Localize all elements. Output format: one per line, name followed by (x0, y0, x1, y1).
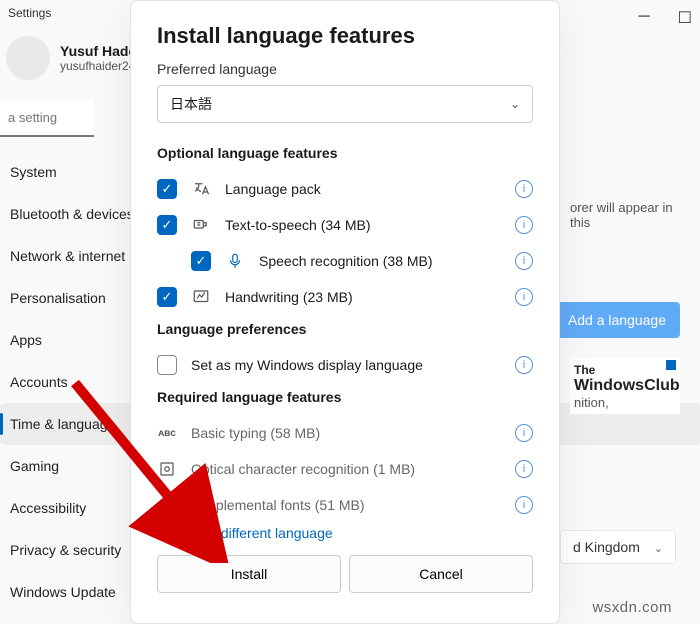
background-hint-text: orer will appear in this (570, 200, 680, 230)
info-icon[interactable]: i (515, 288, 533, 306)
windowsclub-logo: TheWindowsClub nition, (570, 358, 680, 414)
required-basic-typing: ᴀʙᴄ Basic typing (58 MB) i (157, 415, 533, 451)
choose-different-language-link[interactable]: Choose a different language (157, 525, 533, 541)
checkbox-tts[interactable] (157, 215, 177, 235)
watermark: wsxdn.com (592, 599, 672, 616)
info-icon[interactable]: i (515, 356, 533, 374)
preferred-language-label: Preferred language (157, 61, 533, 77)
required-ocr: Optical character recognition (1 MB) i (157, 451, 533, 487)
chevron-down-icon: ⌄ (510, 97, 520, 111)
dialog-title: Install language features (157, 23, 533, 49)
required-fonts: AA Supplemental fonts (51 MB) i (157, 487, 533, 523)
section-preferences: Language preferences (157, 321, 533, 337)
checkbox-speech[interactable] (191, 251, 211, 271)
option-label: Set as my Windows display language (191, 357, 423, 373)
add-language-area: Add a language (554, 302, 680, 338)
section-optional: Optional language features (157, 145, 533, 161)
info-icon[interactable]: i (515, 460, 533, 478)
option-label: Language pack (225, 181, 321, 197)
checkbox-language-pack[interactable] (157, 179, 177, 199)
logo-square-icon (666, 360, 676, 370)
option-label: Text-to-speech (34 MB) (225, 217, 371, 233)
handwriting-icon (191, 287, 211, 307)
chevron-down-icon: ⌄ (654, 543, 663, 555)
add-language-button[interactable]: Add a language (554, 302, 680, 338)
microphone-icon (225, 251, 245, 271)
option-label: Handwriting (23 MB) (225, 289, 353, 305)
required-label: Optical character recognition (1 MB) (191, 461, 415, 477)
install-language-dialog: Install language features Preferred lang… (130, 0, 560, 624)
avatar (6, 36, 50, 80)
checkbox-display-language[interactable] (157, 355, 177, 375)
option-display-language: Set as my Windows display language i (157, 347, 533, 383)
checkbox-handwriting[interactable] (157, 287, 177, 307)
region-select[interactable]: d Kingdom ⌄ (560, 530, 676, 564)
window-controls: ─ ☐ (638, 8, 692, 28)
info-icon[interactable]: i (515, 496, 533, 514)
option-language-pack: Language pack i (157, 171, 533, 207)
option-label: Speech recognition (38 MB) (259, 253, 433, 269)
minimize-icon[interactable]: ─ (638, 8, 649, 28)
dialog-buttons: Install Cancel (157, 555, 533, 593)
keyboard-icon: ᴀʙᴄ (157, 423, 177, 443)
info-icon[interactable]: i (515, 424, 533, 442)
preferred-language-select[interactable]: 日本語 ⌄ (157, 85, 533, 123)
preferred-language-value: 日本語 (170, 94, 212, 114)
option-speech-recognition: Speech recognition (38 MB) i (191, 243, 533, 279)
option-tts: Text-to-speech (34 MB) i (157, 207, 533, 243)
info-icon[interactable]: i (515, 252, 533, 270)
tts-icon (191, 215, 211, 235)
info-icon[interactable]: i (515, 216, 533, 234)
install-button[interactable]: Install (157, 555, 341, 593)
maximize-icon[interactable]: ☐ (678, 8, 692, 28)
section-required: Required language features (157, 389, 533, 405)
cancel-button[interactable]: Cancel (349, 555, 533, 593)
ocr-icon (157, 459, 177, 479)
info-icon[interactable]: i (515, 180, 533, 198)
required-label: Supplemental fonts (51 MB) (191, 497, 365, 513)
required-label: Basic typing (58 MB) (191, 425, 320, 441)
language-pack-icon (191, 179, 211, 199)
option-handwriting: Handwriting (23 MB) i (157, 279, 533, 315)
search-input[interactable] (0, 100, 94, 137)
fonts-icon: AA (157, 495, 177, 515)
